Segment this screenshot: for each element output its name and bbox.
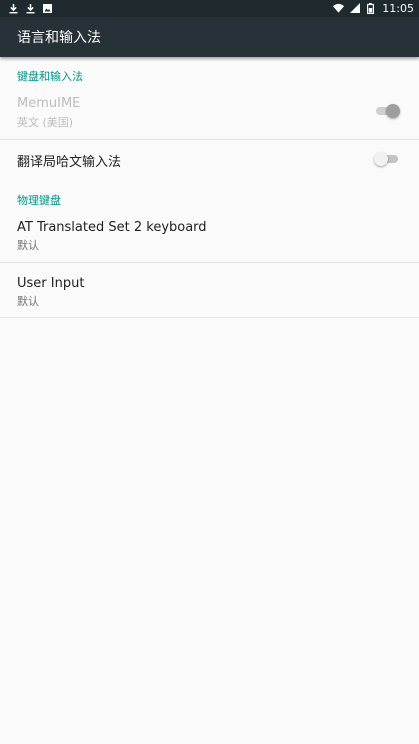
notification-icons [8,3,53,14]
switch-thumb [374,152,388,166]
item-title: 翻译局哈文输入法 [17,155,122,170]
section-header-physical-keyboard: 物理键盘 [17,194,61,207]
item-subtitle: 默认 [17,239,39,252]
memuime-toggle [374,103,400,119]
status-bar: 11:05 [0,0,419,17]
physical-keyboard-user-input[interactable]: User Input 默认 [0,263,419,317]
divider [0,317,419,318]
physical-keyboard-at-translated[interactable]: AT Translated Set 2 keyboard 默认 [0,212,419,262]
translation-ime-toggle[interactable] [374,151,400,167]
signal-icon [350,3,361,14]
item-title: AT Translated Set 2 keyboard [17,220,207,235]
app-bar: 语言和输入法 [0,17,419,57]
page-title: 语言和输入法 [17,30,101,46]
switch-thumb [386,104,400,118]
section-header-keyboard-input: 键盘和输入法 [17,70,83,83]
item-title: User Input [17,276,85,291]
item-title: MemuIME [17,96,81,111]
image-notification-icon [42,3,53,14]
input-method-memuime: MemuIME 英文 (美国) [0,88,419,138]
item-subtitle: 英文 (美国) [17,116,74,129]
download-icon [8,3,19,14]
input-method-translation[interactable]: 翻译局哈文输入法 [0,140,419,180]
status-time: 11:05 [382,2,414,15]
download-icon [25,3,36,14]
battery-icon [367,3,375,14]
wifi-icon [333,3,345,14]
item-subtitle: 默认 [17,295,39,308]
system-icons: 11:05 [333,3,414,14]
